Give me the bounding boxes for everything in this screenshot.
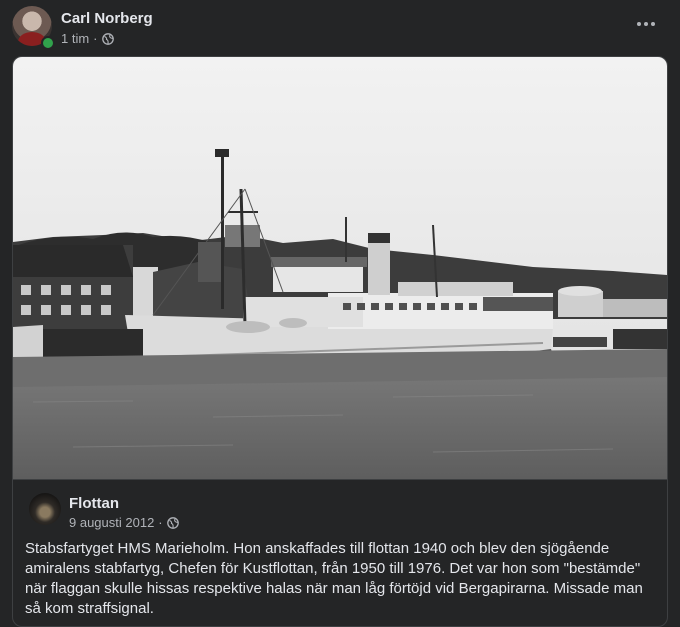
shared-post-date[interactable]: 9 augusti 2012 bbox=[69, 515, 154, 530]
page-name[interactable]: Flottan bbox=[69, 495, 119, 512]
post-header: Carl Norberg 1 tim · bbox=[12, 6, 668, 50]
card-divider bbox=[13, 479, 667, 480]
shared-post-card[interactable]: Flottan 9 augusti 2012 · Stabsfartyget H… bbox=[12, 56, 668, 627]
more-options-icon[interactable] bbox=[632, 10, 660, 38]
author-name[interactable]: Carl Norberg bbox=[61, 10, 153, 27]
meta-separator: · bbox=[93, 31, 98, 46]
shared-post-text: Stabsfartyget HMS Marieholm. Hon anskaff… bbox=[25, 540, 643, 617]
globe-icon[interactable] bbox=[166, 516, 179, 529]
online-status-indicator bbox=[41, 36, 55, 50]
post-meta: 1 tim · bbox=[61, 31, 114, 46]
shared-post-meta: 9 augusti 2012 · bbox=[69, 515, 179, 530]
meta-separator: · bbox=[158, 515, 163, 530]
post-time[interactable]: 1 tim bbox=[61, 31, 89, 46]
globe-icon[interactable] bbox=[101, 32, 114, 45]
ship-photo[interactable] bbox=[13, 57, 667, 479]
page-avatar[interactable] bbox=[29, 493, 61, 525]
